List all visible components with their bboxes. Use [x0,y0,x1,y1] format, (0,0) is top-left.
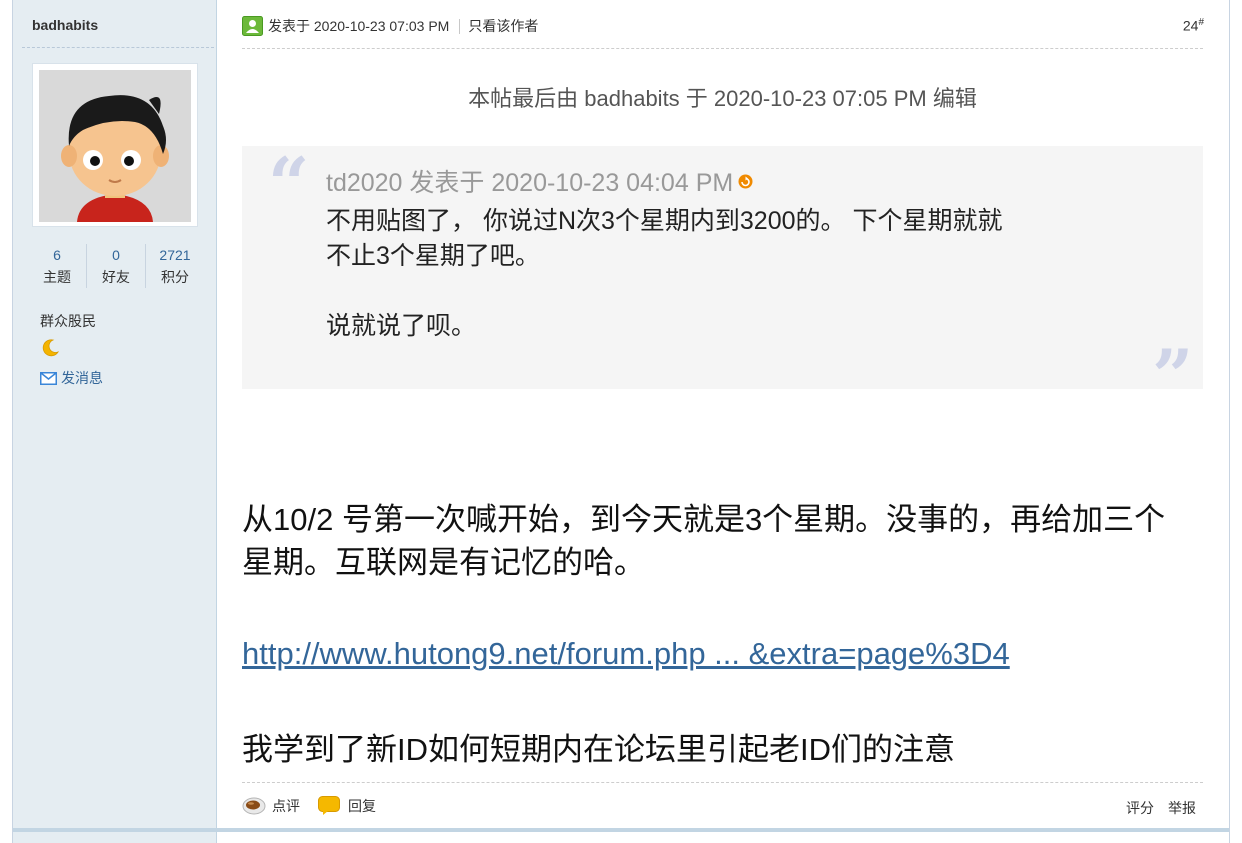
post-timestamp: 发表于 2020-10-23 07:03 PM [268,18,450,34]
header-separator [459,18,461,34]
quote-line-3: 说就说了呗。 [326,312,477,340]
author-username[interactable]: badhabits [32,17,98,33]
header-divider [242,48,1203,49]
avatar[interactable] [39,70,191,222]
stat-topics-value[interactable]: 6 [28,247,86,263]
post-body-line-2: 星期。互联网是有记忆的哈。 [242,545,645,580]
post-body-line-1: 从10/2 号第一次喊开始，到今天就是3个星期。没事的，再给加三个 [242,502,1166,537]
mail-icon [40,371,57,385]
quote-line-2: 不止3个星期了吧。 [326,242,540,270]
avatar-frame[interactable] [32,63,198,227]
floor-number[interactable]: 24# [1183,17,1204,34]
send-message-link[interactable]: 发消息 [40,368,103,388]
footer-divider [242,782,1203,783]
only-author-link[interactable]: 只看该作者 [468,16,538,36]
floor-number-sup: # [1198,17,1204,28]
author-stats: 6 主题 0 好友 2721 积分 [28,244,204,288]
edit-note: 本帖最后由 badhabits 于 2020-10-23 07:05 PM 编辑 [468,86,977,111]
comment-button[interactable]: 点评 [272,796,300,816]
post-last-line: 我学到了新ID如何短期内在论坛里引起老ID们的注意 [242,732,955,767]
sidebar-divider [22,47,214,48]
moon-icon [42,339,59,357]
post-bottom-border [13,828,1229,832]
post-header: 发表于 2020-10-23 07:03 PM 只看该作者 [242,16,538,36]
reply-button[interactable]: 回复 [348,796,376,816]
stat-points-value[interactable]: 2721 [146,247,204,263]
post-body: 从10/2 号第一次喊开始，到今天就是3个星期。没事的，再给加三个 星期。互联网… [242,498,1203,584]
user-group[interactable]: 群众股民 [40,311,96,331]
stat-friends-value[interactable]: 0 [87,247,145,263]
report-button[interactable]: 举报 [1168,798,1196,818]
jump-to-post-icon[interactable] [738,174,753,189]
send-message-label[interactable]: 发消息 [61,368,103,388]
stat-friends[interactable]: 0 好友 [87,244,146,288]
post-actions: 点评 回复 [242,796,376,816]
stat-topics-label: 主题 [43,269,71,285]
stat-points-label: 积分 [161,269,189,285]
post-link[interactable]: http://www.hutong9.net/forum.php ... &ex… [242,636,1010,672]
quote-text: 不用贴图了， 你说过N次3个星期内到3200的。 下个星期就就 不止3个星期了吧… [326,204,1126,344]
quote-line-1: 不用贴图了， 你说过N次3个星期内到3200的。 下个星期就就 [326,207,1003,235]
quote-author-text: td2020 发表于 2020-10-23 04:04 PM [326,169,734,197]
stat-topics[interactable]: 6 主题 [28,244,87,288]
online-status-icon [242,16,263,36]
quote-author-line: td2020 发表于 2020-10-23 04:04 PM [326,163,753,199]
stat-friends-label: 好友 [102,269,130,285]
open-quote-icon: “ [268,141,310,226]
stat-points[interactable]: 2721 积分 [146,244,204,288]
reply-bubble-icon [318,796,340,815]
coffee-cup-icon [242,797,266,815]
rate-button[interactable]: 评分 [1126,798,1154,818]
close-quote-icon: ” [1152,333,1194,418]
floor-number-value[interactable]: 24 [1183,18,1199,34]
post-moderation: 评分 举报 [1126,798,1196,818]
